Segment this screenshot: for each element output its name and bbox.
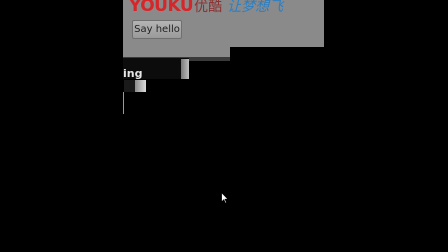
youku-logo: YOUKU优酷 让梦想飞 [129, 0, 283, 16]
mouse-pointer-icon [221, 192, 229, 204]
logo-brand: YOUKU [129, 0, 194, 16]
left-edge-line [123, 92, 124, 114]
say-hello-button[interactable]: Say hello [132, 20, 182, 39]
logo-slogan: 让梦想飞 [227, 0, 284, 15]
panel-notch [230, 47, 324, 57]
screen: YOUKU优酷 让梦想飞 Say hello ing [0, 0, 448, 252]
progress-fill [135, 80, 146, 92]
status-bar-end [181, 59, 189, 79]
logo-cn-name: 优酷 [194, 0, 223, 15]
